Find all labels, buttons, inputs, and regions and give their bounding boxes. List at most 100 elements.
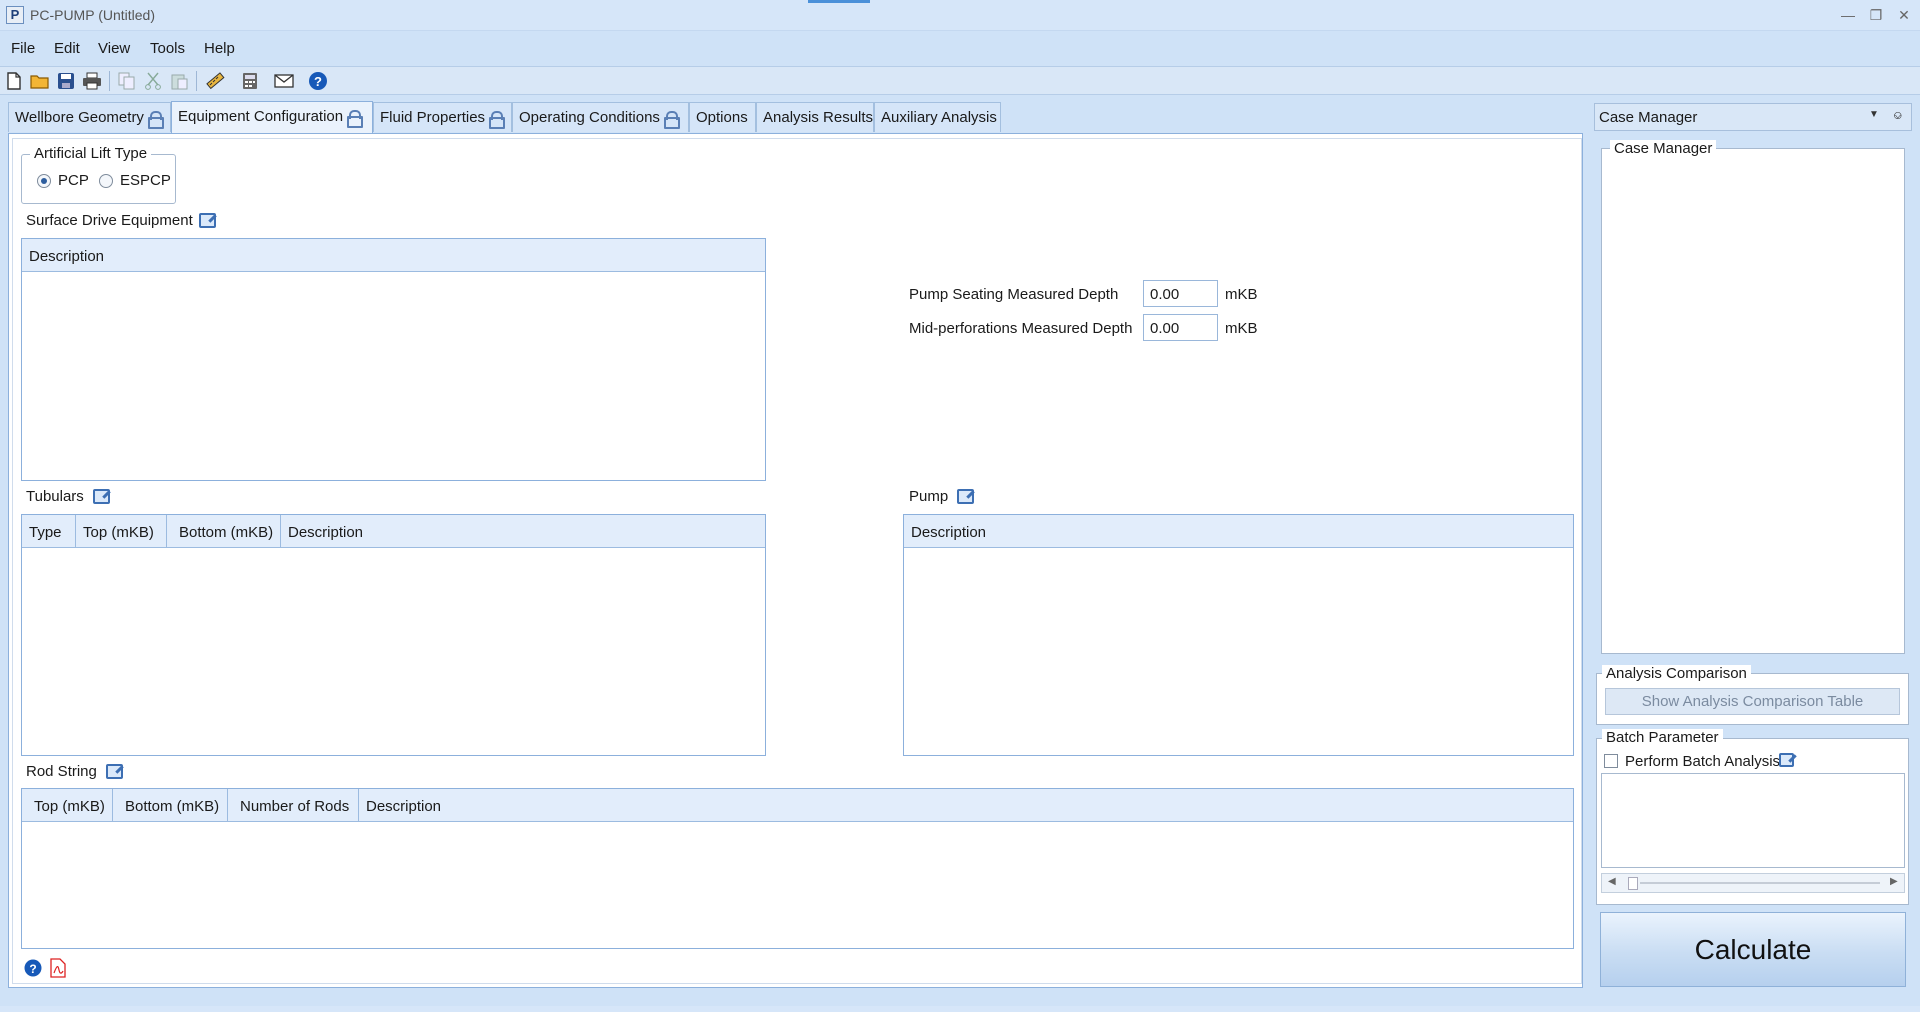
pcp-radio-label: PCP (58, 172, 89, 189)
column-type[interactable]: Type (22, 515, 76, 548)
save-icon[interactable] (55, 70, 77, 92)
show-analysis-comparison-button[interactable]: Show Analysis Comparison Table (1605, 688, 1900, 715)
tab-label: Fluid Properties (380, 109, 486, 126)
edit-tubulars-icon[interactable] (93, 489, 110, 504)
column-bottom[interactable]: Bottom (mKB) (167, 515, 281, 548)
lock-icon (347, 110, 364, 128)
window-title: PC-PUMP (Untitled) (30, 7, 155, 23)
title-accent-bar (808, 0, 870, 3)
pcp-radio[interactable] (37, 174, 51, 188)
paste-icon[interactable] (168, 70, 190, 92)
edit-surface-drive-icon[interactable] (199, 213, 216, 228)
scroll-right-icon[interactable]: ▶ (1890, 876, 1898, 887)
tubulars-table[interactable]: Type Top (mKB) Bottom (mKB) Description (21, 514, 766, 756)
table-header: Top (mKB) Bottom (mKB) Number of Rods De… (22, 789, 1573, 822)
menu-file[interactable]: File (11, 40, 35, 57)
horizontal-scrollbar[interactable]: ◀ ▶ (1601, 873, 1905, 893)
batch-parameter-list[interactable] (1601, 773, 1905, 868)
chevron-down-icon[interactable]: ▼ (1869, 109, 1879, 120)
new-file-icon[interactable] (3, 70, 25, 92)
cut-icon[interactable] (142, 70, 164, 92)
edit-batch-parameter-icon[interactable] (1779, 753, 1794, 767)
scroll-left-icon[interactable]: ◀ (1608, 876, 1616, 887)
svg-text:?: ? (314, 74, 322, 89)
menu-view[interactable]: View (98, 40, 130, 57)
rod-string-table[interactable]: Top (mKB) Bottom (mKB) Number of Rods De… (21, 788, 1574, 949)
pump-seating-depth-label: Pump Seating Measured Depth (909, 286, 1119, 303)
menu-edit[interactable]: Edit (54, 40, 80, 57)
column-top[interactable]: Top (mKB) (76, 515, 167, 548)
case-manager-group (1601, 148, 1905, 654)
artificial-lift-type-label: Artificial Lift Type (30, 145, 152, 162)
case-manager-header: Case Manager ▼ ⎉ (1594, 103, 1912, 131)
help-icon[interactable]: ? (307, 70, 329, 92)
tab-label: Analysis Results (763, 109, 874, 126)
print-icon[interactable] (81, 70, 103, 92)
toolbar: ? (0, 66, 1920, 95)
toolbar-separator (196, 71, 197, 91)
column-description[interactable]: Description (22, 239, 766, 272)
edit-rod-string-icon[interactable] (106, 764, 123, 779)
scrollbar-track (1640, 882, 1880, 884)
close-icon[interactable]: ✕ (1894, 6, 1914, 24)
pdf-report-icon[interactable] (50, 958, 66, 978)
rod-string-title: Rod String (26, 763, 97, 780)
mid-perf-unit: mKB (1225, 320, 1258, 337)
column-description[interactable]: Description (281, 515, 766, 548)
restore-icon[interactable]: ❐ (1866, 6, 1886, 24)
lock-icon (489, 111, 506, 129)
lock-icon (147, 111, 164, 129)
column-number-of-rods[interactable]: Number of Rods (228, 789, 359, 822)
tubulars-title: Tubulars (26, 488, 84, 505)
menu-help[interactable]: Help (204, 40, 235, 57)
perform-batch-analysis-label: Perform Batch Analysis (1625, 753, 1781, 770)
tab-label: Wellbore Geometry (15, 109, 144, 126)
mid-perf-depth-input[interactable]: 0.00 (1143, 314, 1218, 341)
pump-seating-depth-input[interactable]: 0.00 (1143, 280, 1218, 307)
case-manager-group-label: Case Manager (1610, 140, 1717, 157)
copy-icon[interactable] (116, 70, 138, 92)
tab-strip: Wellbore Geometry Equipment Configuratio… (8, 101, 1593, 133)
edit-pump-icon[interactable] (957, 489, 974, 504)
surface-drive-title: Surface Drive Equipment (26, 212, 193, 229)
espcp-radio[interactable] (99, 174, 113, 188)
status-bar (0, 1006, 1920, 1012)
column-top[interactable]: Top (mKB) (22, 789, 113, 822)
table-header: Description (22, 239, 765, 272)
menu-tools[interactable]: Tools (150, 40, 185, 57)
pin-icon[interactable]: ⎉ (1893, 108, 1903, 123)
units-icon[interactable] (204, 70, 226, 92)
tab-auxiliary-analysis[interactable]: Auxiliary Analysis (874, 102, 1001, 132)
minimize-icon[interactable]: — (1838, 6, 1858, 24)
tab-analysis-results[interactable]: Analysis Results (756, 102, 874, 132)
column-bottom[interactable]: Bottom (mKB) (113, 789, 228, 822)
column-description[interactable]: Description (359, 789, 1574, 822)
perform-batch-analysis-checkbox[interactable] (1604, 754, 1618, 768)
table-header: Description (904, 515, 1573, 548)
tab-operating-conditions[interactable]: Operating Conditions (512, 102, 689, 132)
tab-equipment-configuration[interactable]: Equipment Configuration (171, 101, 373, 133)
toolbar-separator (109, 71, 110, 91)
table-header: Type Top (mKB) Bottom (mKB) Description (22, 515, 765, 548)
calculate-button[interactable]: Calculate (1600, 912, 1906, 987)
svg-text:?: ? (29, 962, 36, 976)
email-icon[interactable] (273, 70, 295, 92)
batch-parameter-label: Batch Parameter (1602, 729, 1723, 746)
column-description[interactable]: Description (904, 515, 1574, 548)
tab-label: Options (696, 109, 748, 126)
tab-options[interactable]: Options (689, 102, 756, 132)
calculator-icon[interactable] (239, 70, 261, 92)
analysis-comparison-label: Analysis Comparison (1602, 665, 1751, 682)
scrollbar-thumb[interactable] (1628, 877, 1638, 890)
pump-seating-unit: mKB (1225, 286, 1258, 303)
tab-wellbore-geometry[interactable]: Wellbore Geometry (8, 102, 171, 132)
help-icon[interactable]: ? (24, 959, 42, 977)
title-bar: P PC-PUMP (Untitled) — ❐ ✕ (0, 0, 1920, 31)
open-folder-icon[interactable] (29, 70, 51, 92)
tab-label: Equipment Configuration (178, 108, 344, 125)
menu-bar: File Edit View Tools Help (0, 33, 1920, 65)
pump-table[interactable]: Description (903, 514, 1574, 756)
lock-icon (663, 111, 680, 129)
tab-fluid-properties[interactable]: Fluid Properties (373, 102, 512, 132)
surface-drive-table[interactable]: Description (21, 238, 766, 481)
